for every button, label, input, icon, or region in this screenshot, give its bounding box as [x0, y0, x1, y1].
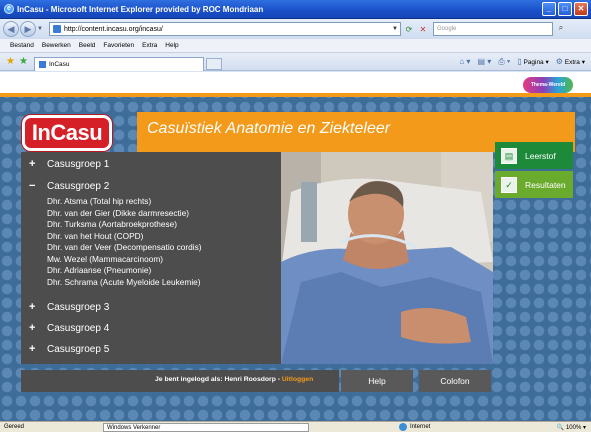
- favorites-star-icon[interactable]: ★: [6, 56, 15, 67]
- login-user-text: Je bent ingelogd als: Henri Roosdorp -: [155, 376, 282, 383]
- collapse-icon: −: [29, 180, 36, 192]
- leerstof-button[interactable]: ▤ Leerstof: [495, 142, 573, 169]
- page-menu[interactable]: ▯ Pagina ▾: [517, 57, 549, 66]
- tools-menu-label: Extra: [564, 59, 580, 66]
- menu-bar: Bestand Bewerken Beeld Favorieten Extra …: [0, 39, 591, 53]
- group-label: Casusgroep 2: [47, 180, 110, 192]
- feeds-icon[interactable]: ▤ ▾: [477, 57, 491, 66]
- patient-link[interactable]: Dhr. van der Gier (Dikke darmresectie): [47, 208, 189, 218]
- help-button[interactable]: Help: [341, 370, 413, 392]
- globe-icon: [399, 423, 407, 431]
- close-button[interactable]: ✕: [574, 2, 588, 16]
- casusgroep-3[interactable]: + Casusgroep 3: [29, 301, 109, 313]
- book-icon: ▤: [501, 147, 517, 164]
- tab-incasu[interactable]: InCasu: [33, 56, 204, 71]
- leerstof-label: Leerstof: [525, 150, 556, 161]
- incasu-logo[interactable]: InCasu: [22, 115, 112, 151]
- tools-menu[interactable]: ⚙ Extra ▾: [556, 57, 585, 66]
- patient-link[interactable]: Dhr. Schrama (Acute Myeloide Leukemie): [47, 277, 201, 287]
- zoom-value: 100%: [565, 424, 582, 431]
- casusgroep-5[interactable]: + Casusgroep 5: [29, 343, 109, 355]
- page-title: Casuïstiek Anatomie en Ziekteleer: [147, 120, 391, 137]
- address-dropdown-icon[interactable]: ▼: [390, 26, 400, 32]
- tab-bar: ★ ★ InCasu ⌂ ▾ ▤ ▾ ⎙ ▾ ▯ Pagina ▾ ⚙ Extr…: [0, 53, 591, 71]
- zone-label: Internet: [410, 424, 431, 430]
- patient-link[interactable]: Dhr. Turksma (Aortabroekprothese): [47, 219, 177, 229]
- window-controls: _ □ ✕: [542, 2, 588, 16]
- menu-favorieten[interactable]: Favorieten: [103, 42, 134, 49]
- stop-icon[interactable]: ✕: [417, 23, 429, 36]
- page-menu-label: Pagina: [523, 59, 544, 66]
- menu-extra[interactable]: Extra: [142, 42, 157, 49]
- colofon-button[interactable]: Colofon: [419, 370, 491, 392]
- page-header-strip: Thema-Wereld: [0, 72, 591, 97]
- group-label: Casusgroep 5: [47, 343, 110, 355]
- back-button[interactable]: ◀: [3, 21, 19, 37]
- patient-link[interactable]: Dhr. van der Veer (Decompensatio cordis): [47, 242, 202, 252]
- resultaten-button[interactable]: ✓ Resultaten: [495, 171, 573, 198]
- search-icon[interactable]: ⌕: [555, 23, 567, 36]
- expand-icon: +: [29, 301, 36, 313]
- resultaten-label: Resultaten: [525, 179, 566, 190]
- tab-label: InCasu: [48, 60, 70, 68]
- security-zone: Internet: [399, 423, 430, 431]
- command-bar: ⌂ ▾ ▤ ▾ ⎙ ▾ ▯ Pagina ▾ ⚙ Extra ▾: [459, 57, 591, 67]
- expand-icon: +: [29, 343, 36, 355]
- page-icon: ▯: [517, 57, 522, 66]
- menu-bestand[interactable]: Bestand: [10, 42, 34, 49]
- expand-icon: +: [29, 158, 36, 170]
- address-toolbar: ◀ ▶ ▼ http://content.incasu.org/incasu/ …: [0, 19, 591, 39]
- casusgroep-4[interactable]: + Casusgroep 4: [29, 322, 109, 334]
- refresh-icon[interactable]: ⟳: [403, 23, 415, 36]
- menu-bewerken[interactable]: Bewerken: [42, 42, 71, 49]
- window-title: InCasu - Microsoft Internet Explorer pro…: [17, 4, 264, 14]
- menu-beeld[interactable]: Beeld: [79, 42, 96, 49]
- address-field[interactable]: http://content.incasu.org/incasu/ ▼: [49, 22, 401, 36]
- print-icon[interactable]: ⎙ ▾: [498, 57, 510, 67]
- status-text: Gereed: [4, 424, 25, 430]
- taskbar-item[interactable]: Windows Verkenner: [103, 422, 309, 432]
- home-icon[interactable]: ⌂ ▾: [459, 57, 470, 66]
- patient-in-bed-image: [281, 152, 493, 364]
- chart-icon: ✓: [501, 176, 517, 193]
- new-tab-button[interactable]: [205, 57, 222, 70]
- menu-help[interactable]: Help: [165, 42, 178, 49]
- zoom-level[interactable]: 🔍 100% ▾: [557, 424, 591, 431]
- case-menu-panel: + Casusgroep 1 − Casusgroep 2 Dhr. Atsma…: [21, 152, 281, 364]
- page-content: Thema-Wereld Casuïstiek Anatomie en Ziek…: [0, 72, 591, 421]
- group-label: Casusgroep 3: [47, 301, 110, 313]
- expand-icon: +: [29, 322, 36, 334]
- group-label: Casusgroep 4: [47, 322, 110, 334]
- search-input[interactable]: Google: [433, 22, 553, 36]
- casusgroep-2[interactable]: − Casusgroep 2: [29, 180, 109, 192]
- group-label: Casusgroep 1: [47, 158, 110, 170]
- login-status: Je bent ingelogd als: Henri Roosdorp - U…: [155, 376, 313, 383]
- patient-link[interactable]: Mw. Wezel (Mammacarcinoom): [47, 254, 163, 264]
- logout-link[interactable]: Uitloggen: [282, 376, 313, 383]
- page-favicon-icon: [53, 25, 61, 33]
- thema-wereld-logo[interactable]: Thema-Wereld: [523, 77, 573, 93]
- patient-link[interactable]: Dhr. van het Hout (COPD): [47, 231, 143, 241]
- maximize-button[interactable]: □: [558, 2, 572, 16]
- patient-photo: [281, 152, 493, 364]
- add-favorites-icon[interactable]: ★: [19, 56, 28, 67]
- window-titlebar: e InCasu - Microsoft Internet Explorer p…: [0, 0, 591, 19]
- minimize-button[interactable]: _: [542, 2, 556, 16]
- tab-favicon-icon: [38, 60, 46, 68]
- forward-button[interactable]: ▶: [20, 21, 36, 37]
- history-dropdown-icon[interactable]: ▼: [37, 26, 45, 32]
- status-bar: Gereed Windows Verkenner Internet 🔍 100%…: [0, 421, 591, 432]
- casusgroep-1[interactable]: + Casusgroep 1: [29, 158, 109, 170]
- patient-link[interactable]: Dhr. Atsma (Total hip rechts): [47, 196, 151, 206]
- patient-link[interactable]: Dhr. Adriaanse (Pneumonie): [47, 265, 151, 275]
- address-url[interactable]: http://content.incasu.org/incasu/: [64, 26, 390, 33]
- ie-icon: e: [4, 4, 14, 14]
- gear-icon: ⚙: [555, 57, 563, 66]
